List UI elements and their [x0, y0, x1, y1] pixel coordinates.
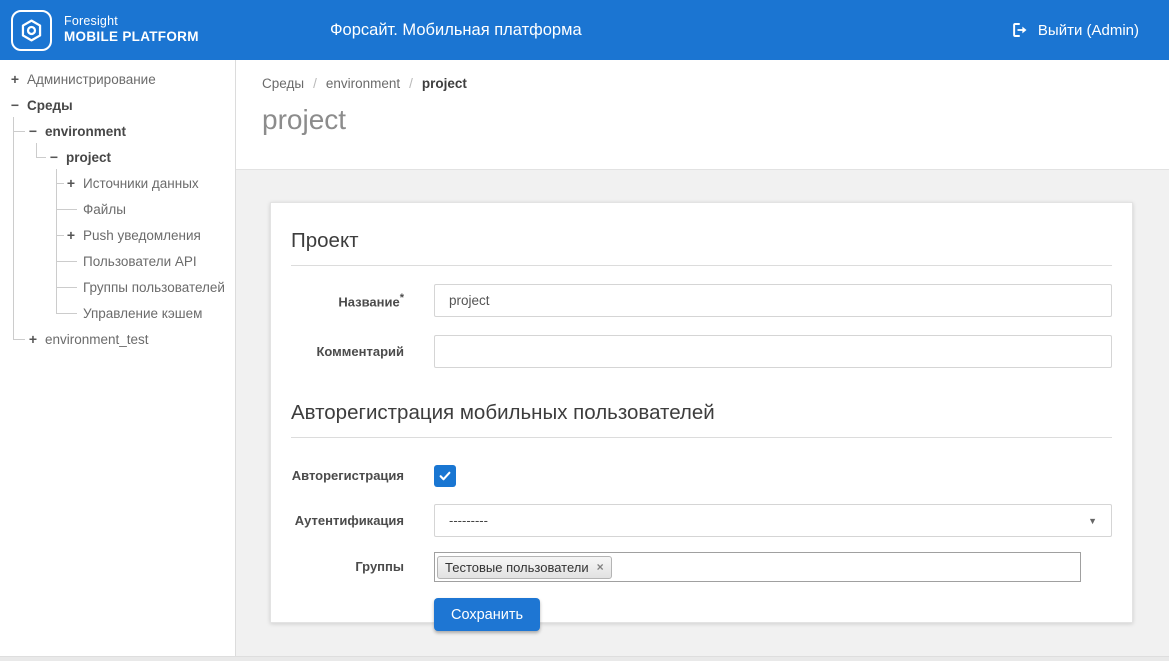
logo-line1: Foresight: [64, 13, 118, 28]
breadcrumb: Среды / environment / project: [262, 76, 1169, 91]
logout-icon: [1010, 21, 1028, 39]
section-title-autoregistration: Авторегистрация мобильных пользователей: [291, 395, 1112, 438]
collapse-icon[interactable]: −: [26, 123, 40, 139]
authentication-select[interactable]: --------- ▼: [434, 504, 1112, 537]
form-row-save: Сохранить: [291, 598, 1112, 631]
collapse-icon[interactable]: −: [8, 97, 22, 113]
page-title: project: [262, 104, 347, 135]
sidebar: + Администрирование − Среды − environmen…: [0, 60, 236, 656]
form-row-name: Название*: [291, 284, 1112, 317]
required-asterisk: *: [399, 291, 404, 304]
tree-item-label[interactable]: Администрирование: [27, 72, 156, 87]
tree-item-label[interactable]: Пользователи API: [83, 254, 197, 269]
tree-item-api-users[interactable]: Пользователи API: [0, 248, 235, 274]
tree-item-label[interactable]: Управление кэшем: [83, 306, 202, 321]
name-label-text: Название: [338, 293, 400, 309]
tree-item-label[interactable]: Push уведомления: [83, 228, 201, 243]
groups-label: Группы: [355, 559, 404, 574]
chevron-down-icon: ▼: [1088, 515, 1097, 526]
logout-label: Выйти (Admin): [1037, 21, 1139, 39]
tree-item-environments[interactable]: − Среды: [0, 92, 235, 118]
foresight-logo-icon: [11, 9, 52, 51]
breadcrumb-project-current: project: [421, 76, 467, 91]
authentication-label: Аутентификация: [294, 512, 404, 528]
group-tag: Тестовые пользователи ×: [437, 555, 612, 579]
tree-item-label[interactable]: Среды: [27, 98, 73, 113]
groups-multiselect[interactable]: Тестовые пользователи ×: [434, 552, 1081, 582]
name-label: Название*: [291, 292, 404, 310]
breadcrumb-environment[interactable]: environment: [326, 76, 400, 91]
expand-icon[interactable]: +: [64, 175, 78, 191]
form-row-autoregistration: Авторегистрация: [291, 465, 1112, 487]
logout-button[interactable]: Выйти (Admin): [1010, 0, 1139, 60]
tree-item-user-groups[interactable]: Группы пользователей: [0, 274, 235, 300]
selected-option: ---------: [449, 513, 488, 528]
checkmark-icon: [438, 469, 452, 483]
form-row-authentication: Аутентификация --------- ▼: [291, 504, 1112, 537]
tree-item-label[interactable]: Группы пользователей: [83, 280, 225, 295]
comment-label: Комментарий: [316, 343, 404, 359]
tree-item-project[interactable]: − project: [0, 144, 235, 170]
project-form-card: Проект Название* Комментарий Авторегистр…: [270, 202, 1133, 631]
tree-item-environment[interactable]: − environment: [0, 118, 235, 144]
tree-item-label[interactable]: environment_test: [45, 332, 149, 347]
tree-item-label[interactable]: environment: [45, 124, 126, 139]
form-row-groups: Группы Тестовые пользователи ×: [291, 552, 1112, 582]
autoregistration-label: Авторегистрация: [291, 468, 404, 484]
autoregistration-checkbox[interactable]: [434, 465, 456, 487]
main-area: Среды / environment / project project Пр…: [236, 60, 1169, 656]
tree-item-label[interactable]: project: [66, 150, 111, 165]
expand-icon[interactable]: +: [64, 227, 78, 243]
breadcrumb-environments[interactable]: Среды: [262, 76, 304, 91]
tree-item-label[interactable]: Файлы: [83, 202, 126, 217]
collapse-icon[interactable]: −: [47, 149, 61, 165]
breadcrumb-separator: /: [409, 76, 413, 91]
tree-item-cache-management[interactable]: Управление кэшем: [0, 300, 235, 326]
logo-line2: MOBILE PLATFORM: [64, 29, 199, 45]
navigation-tree: + Администрирование − Среды − environmen…: [0, 60, 235, 352]
content-area: Проект Название* Комментарий Авторегистр…: [236, 170, 1169, 656]
section-title-project: Проект: [291, 223, 1112, 266]
window-bottom-edge: [0, 656, 1169, 661]
app-window: Foresight MOBILE PLATFORM Форсайт. Мобил…: [0, 0, 1169, 661]
top-header: Foresight MOBILE PLATFORM Форсайт. Мобил…: [0, 0, 1169, 60]
tree-item-push-notifications[interactable]: + Push уведомления: [0, 222, 235, 248]
logo: Foresight MOBILE PLATFORM: [0, 9, 235, 51]
logo-text: Foresight MOBILE PLATFORM: [64, 14, 199, 47]
page-header-panel: Среды / environment / project project: [236, 60, 1169, 170]
body: + Администрирование − Среды − environmen…: [0, 60, 1169, 656]
remove-tag-icon[interactable]: ×: [597, 560, 604, 574]
comment-input[interactable]: [434, 335, 1112, 368]
breadcrumb-separator: /: [313, 76, 317, 91]
tree-item-administration[interactable]: + Администрирование: [0, 66, 235, 92]
tree-item-data-sources[interactable]: + Источники данных: [0, 170, 235, 196]
group-tag-label: Тестовые пользователи: [445, 559, 589, 575]
tree-item-files[interactable]: Файлы: [0, 196, 235, 222]
expand-icon[interactable]: +: [26, 331, 40, 347]
tree-item-label[interactable]: Источники данных: [83, 176, 199, 191]
tree-item-environment-test[interactable]: + environment_test: [0, 326, 235, 352]
app-title: Форсайт. Мобильная платформа: [330, 20, 582, 39]
name-input[interactable]: [434, 284, 1112, 317]
save-button[interactable]: Сохранить: [434, 598, 541, 631]
expand-icon[interactable]: +: [8, 71, 22, 87]
form-row-comment: Комментарий: [291, 335, 1112, 368]
